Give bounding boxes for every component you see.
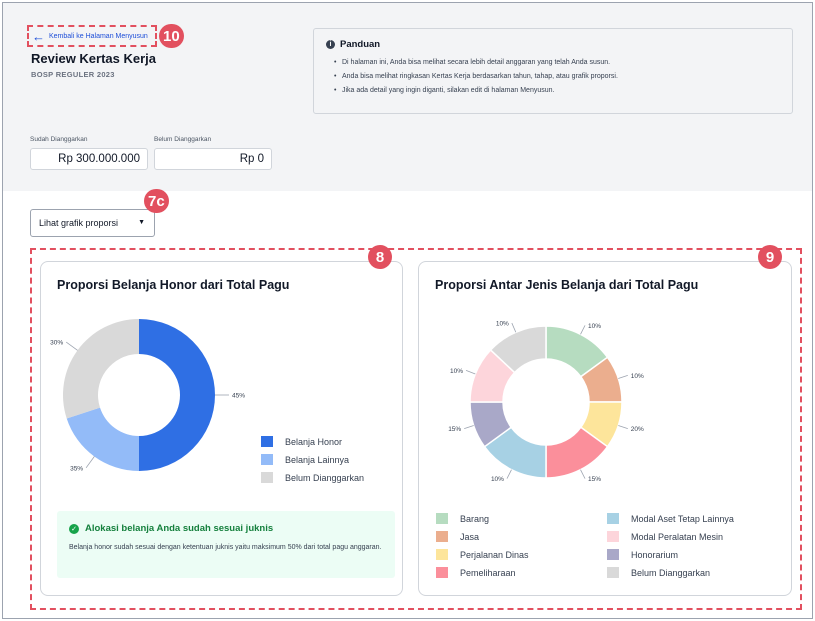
guide-item: Jika ada detail yang ingin diganti, sila…: [334, 84, 780, 98]
back-link-label: Kembali ke Halaman Menyusun: [49, 32, 148, 40]
legend-item: Honorarium: [607, 549, 678, 560]
legend-item: Belanja Lainnya: [261, 454, 349, 465]
slice-data-label: 10%: [496, 321, 509, 328]
label-leader-line: [511, 322, 517, 333]
legend-label: Belanja Honor: [285, 436, 343, 447]
types-card-title: Proporsi Antar Jenis Belanja dari Total …: [435, 278, 699, 292]
page-subtitle: BOSP REGULER 2023: [31, 70, 115, 79]
legend-item: Pemeliharaan: [436, 567, 516, 578]
guide-panel: i Panduan Di halaman ini, Anda bisa meli…: [313, 28, 793, 114]
legend-swatch: [261, 472, 273, 483]
legend-item: Perjalanan Dinas: [436, 549, 529, 560]
budgeted-label: Sudah Dianggarkan: [30, 136, 88, 143]
legend-label: Belum Dianggarkan: [285, 472, 365, 483]
legend-label: Barang: [460, 513, 490, 524]
honor-proportion-card: Proporsi Belanja Honor dari Total Pagu 4…: [40, 261, 403, 596]
info-icon: i: [326, 40, 335, 49]
legend-label: Perjalanan Dinas: [460, 549, 529, 560]
label-leader-line: [618, 425, 628, 429]
types-donut-chart: 10% 10% 20% 15% 10% 15% 10% 10%: [448, 321, 644, 484]
annotation-badge-7c: 7c: [144, 189, 169, 213]
label-leader-line: [465, 369, 476, 375]
guide-title: Panduan: [340, 39, 381, 50]
guide-list: Di halaman ini, Anda bisa melihat secara…: [326, 56, 780, 98]
legend-label: Jasa: [460, 531, 480, 542]
caret-down-icon: ▼: [138, 219, 145, 226]
legend-swatch: [436, 513, 448, 524]
unbudgeted-value: Rp 0: [154, 148, 272, 170]
annotation-badge-9: 9: [758, 245, 782, 269]
legend-item: Belanja Honor: [261, 436, 342, 447]
legend-label: Honorarium: [631, 549, 679, 560]
donut-slice[interactable]: [62, 319, 139, 419]
legend-swatch: [261, 454, 273, 465]
legend-swatch: [261, 436, 273, 447]
honor-card-title: Proporsi Belanja Honor dari Total Pagu: [57, 278, 290, 292]
slice-data-label: 10%: [491, 476, 504, 483]
guide-item: Di halaman ini, Anda bisa melihat secara…: [334, 56, 780, 70]
check-circle-icon: ✓: [69, 523, 79, 534]
slice-data-label: 15%: [588, 476, 601, 483]
donut-slice[interactable]: [66, 407, 139, 471]
legend-label: Pemeliharaan: [460, 567, 516, 578]
success-title: Alokasi belanja Anda sudah sesuai juknis: [85, 523, 274, 534]
arrow-left-icon: ←: [32, 28, 45, 44]
view-select-value: Lihat grafik proporsi: [39, 218, 119, 228]
unbudgeted-label: Belum Dianggarkan: [154, 136, 212, 143]
guide-item: Anda bisa melihat ringkasan Kertas Kerja…: [334, 70, 780, 84]
slice-data-label: 15%: [448, 426, 461, 433]
legend-item: Barang: [436, 513, 489, 524]
legend-item: Modal Peralatan Mesin: [607, 531, 723, 542]
spending-types-card: Proporsi Antar Jenis Belanja dari Total …: [418, 261, 792, 596]
budgeted-value: Rp 300.000.000: [30, 148, 148, 170]
label-leader-line: [580, 469, 586, 479]
legend-swatch: [607, 513, 619, 524]
legend-item: Jasa: [436, 531, 479, 542]
legend-label: Modal Aset Tetap Lainnya: [631, 513, 734, 524]
slice-data-label: 10%: [588, 323, 601, 330]
label-leader-line: [618, 375, 628, 379]
donut-slice[interactable]: [139, 319, 215, 471]
label-leader-line: [580, 325, 586, 335]
label-leader-line: [506, 469, 512, 479]
legend-swatch: [436, 549, 448, 560]
legend-swatch: [607, 567, 619, 578]
legend-label: Belanja Lainnya: [285, 454, 350, 465]
label-leader-line: [65, 341, 78, 351]
back-link[interactable]: ← Kembali ke Halaman Menyusun: [27, 25, 157, 47]
app-window: ← Kembali ke Halaman Menyusun 10 Review …: [2, 2, 813, 619]
legend-swatch: [607, 549, 619, 560]
slice-data-label: 35%: [70, 465, 83, 472]
success-alert: ✓ Alokasi belanja Anda sudah sesuai jukn…: [57, 511, 395, 578]
legend-item: Modal Aset Tetap Lainnya: [607, 513, 734, 524]
page-title: Review Kertas Kerja: [31, 51, 157, 66]
slice-data-label: 10%: [450, 368, 463, 375]
slice-data-label: 30%: [50, 340, 63, 347]
legend-swatch: [436, 567, 448, 578]
legend-swatch: [607, 531, 619, 542]
annotation-badge-8: 8: [368, 245, 392, 269]
success-text: Belanja honor sudah sesuai dengan ketent…: [69, 544, 382, 551]
legend-item: Belum Dianggarkan: [607, 567, 710, 578]
view-select[interactable]: Lihat grafik proporsi ▼: [30, 209, 155, 237]
legend-label: Modal Peralatan Mesin: [631, 531, 724, 542]
legend-label: Belum Dianggarkan: [631, 567, 711, 578]
annotation-badge-10: 10: [159, 24, 184, 48]
slice-data-label: 20%: [631, 426, 644, 433]
slice-data-label: 10%: [631, 373, 644, 380]
label-leader-line: [464, 425, 474, 429]
legend-swatch: [436, 531, 448, 542]
slice-data-label: 45%: [232, 393, 245, 400]
legend-item: Belum Dianggarkan: [261, 472, 364, 483]
label-leader-line: [85, 456, 95, 469]
